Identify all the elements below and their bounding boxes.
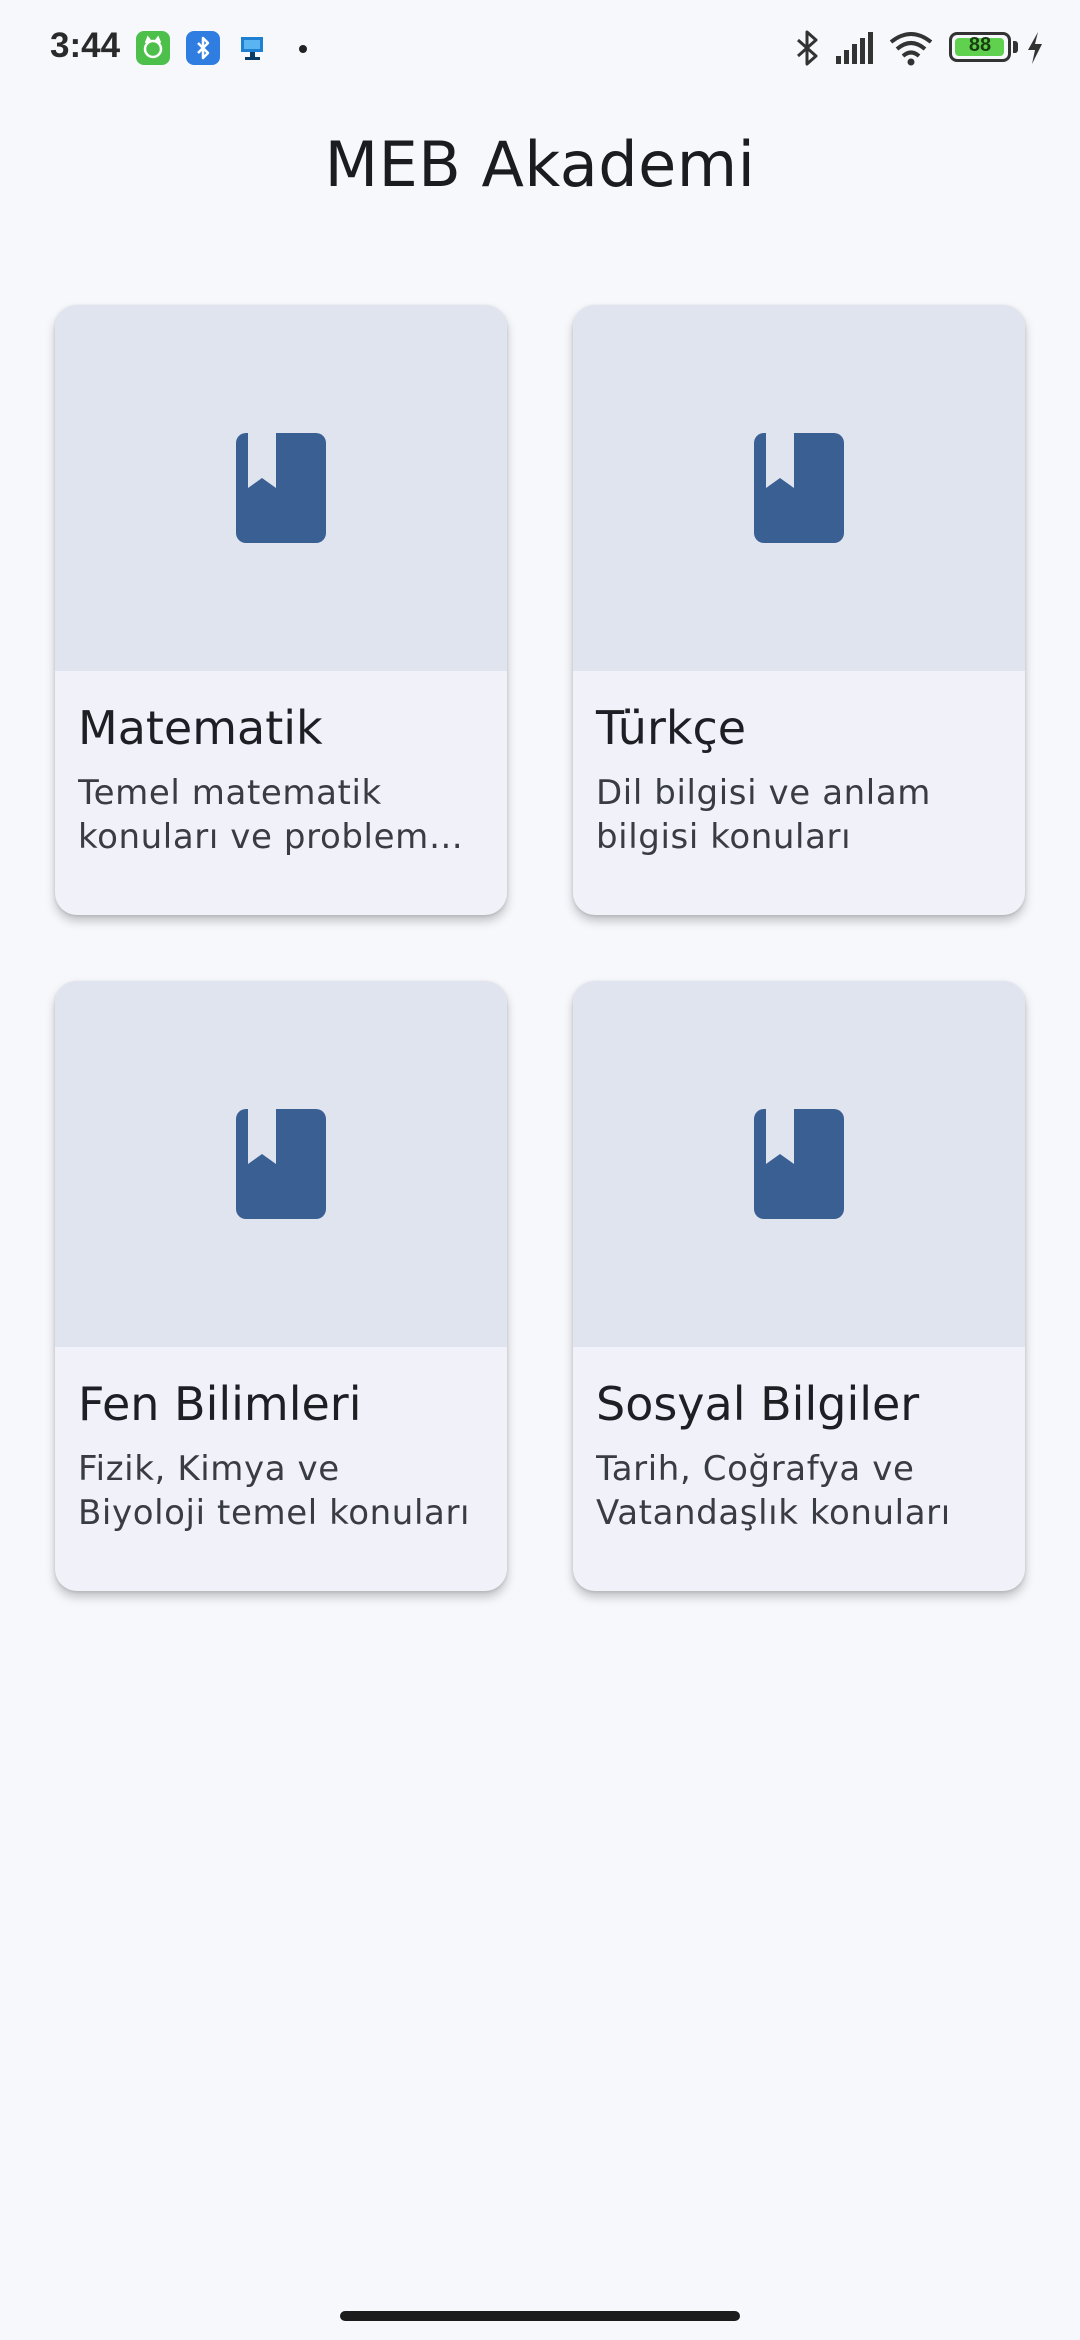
more-notifications-dot [299, 45, 307, 53]
card-description: Temel matematik konuları ve problem çözm… [78, 773, 429, 857]
page-title: MEB Akademi [324, 128, 756, 201]
home-indicator[interactable] [340, 2311, 740, 2321]
status-bar: 3:44 88 [0, 0, 1080, 96]
bluetooth-app-icon [186, 31, 220, 65]
battery-level: 88 [968, 34, 992, 56]
charging-icon [1028, 32, 1042, 64]
card-title: Sosyal Bilgiler [596, 1377, 920, 1431]
card-title: Fen Bilimleri [78, 1377, 362, 1431]
status-time: 3:44 [50, 26, 121, 65]
card-media [573, 305, 1025, 671]
course-card-sosyal-bilgiler[interactable]: Sosyal Bilgiler Tarih, Coğrafya ve Vatan… [573, 981, 1025, 1591]
cat-app-icon [136, 31, 170, 65]
course-card-turkce[interactable]: Türkçe Dil bilgisi ve anlam bilgisi konu… [573, 305, 1025, 915]
battery-cap [1013, 41, 1018, 53]
card-media [55, 981, 507, 1347]
card-description: Tarih, Coğrafya ve Vatandaşlık konuları [596, 1449, 951, 1533]
bluetooth-icon [797, 30, 818, 66]
book-icon [754, 433, 844, 543]
wifi-icon [889, 32, 933, 66]
card-media [55, 305, 507, 671]
course-card-fen-bilimleri[interactable]: Fen Bilimleri Fizik, Kimya ve Biyoloji t… [55, 981, 507, 1591]
signal-icon [836, 32, 873, 64]
book-icon [754, 1109, 844, 1219]
monitor-app-icon [236, 31, 270, 65]
card-description: Dil bilgisi ve anlam bilgisi konuları [596, 773, 931, 857]
card-media [573, 981, 1025, 1347]
battery-icon: 88 [949, 32, 1011, 62]
card-title: Türkçe [596, 701, 747, 755]
card-title: Matematik [78, 701, 323, 755]
course-card-matematik[interactable]: Matematik Temel matematik konuları ve pr… [55, 305, 507, 915]
book-icon [236, 433, 326, 543]
card-description: Fizik, Kimya ve Biyoloji temel konuları [78, 1449, 471, 1533]
book-icon [236, 1109, 326, 1219]
